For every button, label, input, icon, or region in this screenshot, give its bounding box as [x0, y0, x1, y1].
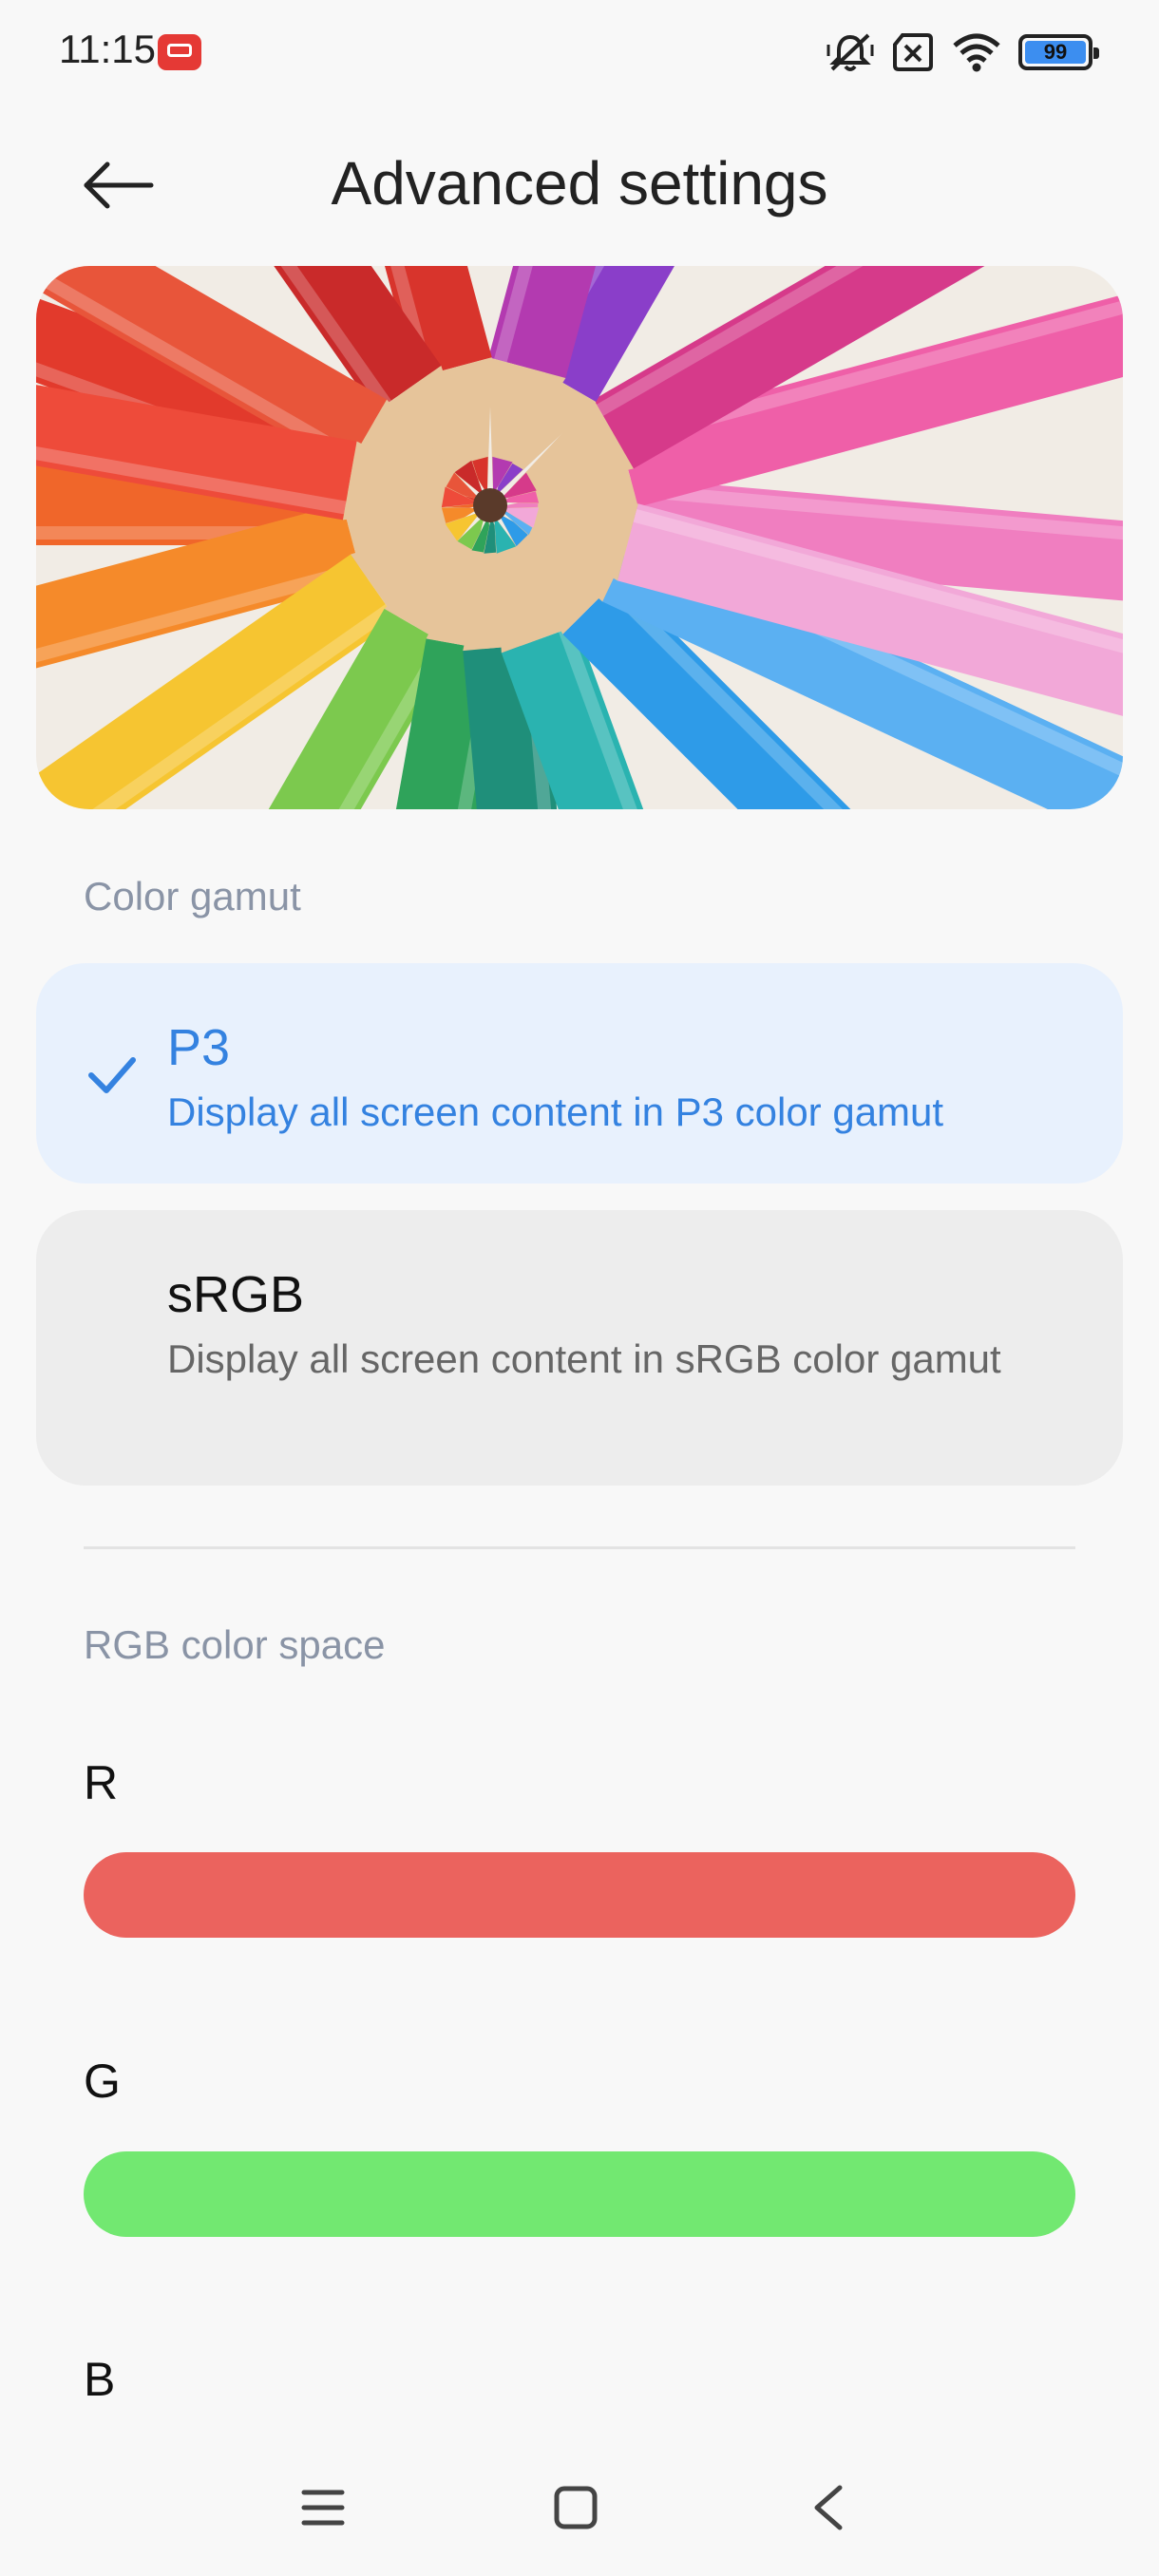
- back-icon: [814, 2485, 843, 2530]
- status-time: 11:15: [59, 27, 156, 71]
- app-notification-icon: [158, 34, 201, 70]
- gamut-option-srgb[interactable]: sRGB Display all screen content in sRGB …: [36, 1210, 1123, 1486]
- status-bar: 11:15 99: [0, 0, 1159, 104]
- no-sim-icon: [893, 33, 933, 71]
- menu-icon: [301, 2490, 345, 2526]
- home-button[interactable]: [528, 2460, 623, 2555]
- section-divider: [84, 1546, 1075, 1549]
- wifi-icon: [953, 33, 1000, 72]
- back-nav-button[interactable]: [781, 2460, 876, 2555]
- channel-label-g: G: [84, 2055, 121, 2108]
- color-pencils-image: [36, 266, 1123, 809]
- menu-button[interactable]: [276, 2460, 370, 2555]
- gamut-option-description: Display all screen content in P3 color g…: [167, 1089, 944, 1134]
- gamut-option-p3[interactable]: P3 Display all screen content in P3 colo…: [36, 963, 1123, 1184]
- status-icons: 99: [826, 28, 1099, 76]
- battery-icon: 99: [1018, 34, 1099, 70]
- gamut-option-title: sRGB: [167, 1266, 305, 1323]
- mute-vibrate-icon: [826, 33, 874, 71]
- color-pencils-illustration: [36, 266, 1123, 809]
- battery-level: 99: [1043, 40, 1068, 64]
- color-gamut-label: Color gamut: [84, 874, 301, 919]
- check-icon: [88, 1057, 136, 1093]
- slider-r[interactable]: [84, 1852, 1075, 1938]
- page-title: Advanced settings: [331, 149, 828, 218]
- channel-label-b: B: [84, 2353, 116, 2406]
- rgb-color-space-label: RGB color space: [84, 1622, 386, 1667]
- gamut-option-title: P3: [167, 1019, 231, 1076]
- gamut-option-description: Display all screen content in sRGB color…: [167, 1336, 1001, 1381]
- slider-g[interactable]: [84, 2151, 1075, 2237]
- navigation-bar: [0, 2460, 1159, 2555]
- home-icon: [554, 2486, 598, 2529]
- channel-label-r: R: [84, 1756, 119, 1809]
